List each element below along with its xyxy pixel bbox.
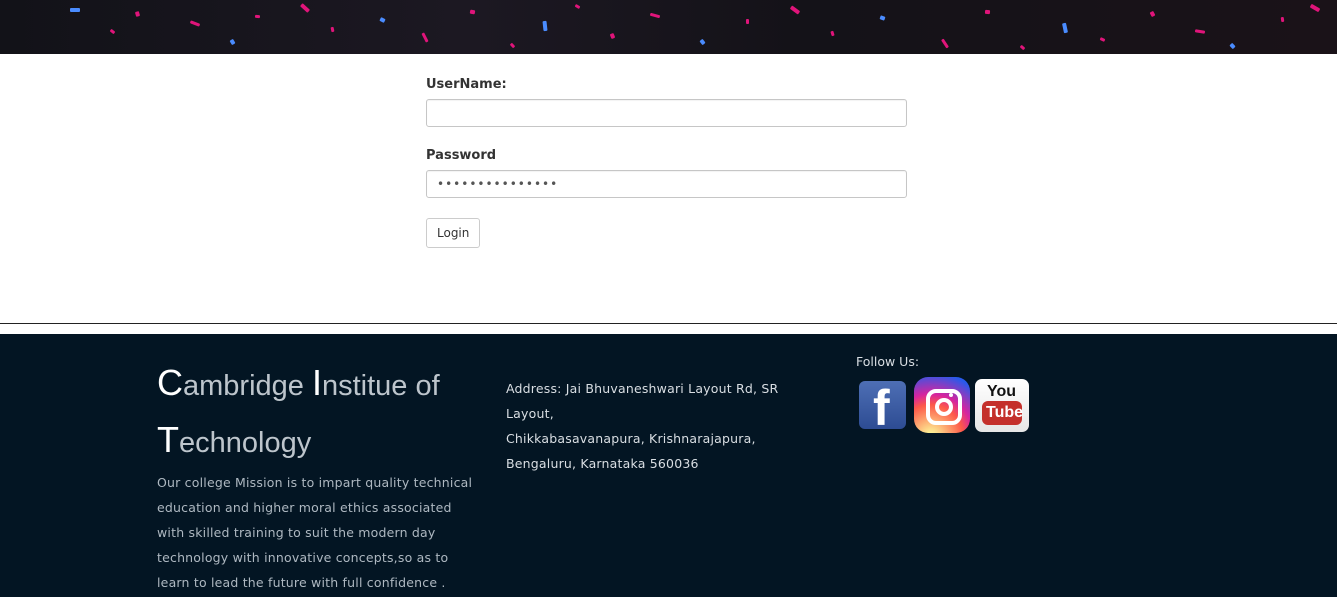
banner-sparkle	[649, 12, 661, 19]
banner-sparkle	[70, 8, 80, 12]
banner-sparkle	[1099, 37, 1106, 42]
banner-sparkle	[469, 9, 476, 15]
username-label: UserName:	[426, 77, 507, 92]
banner-sparkle	[1229, 42, 1236, 50]
banner-sparkle	[299, 3, 311, 13]
banner-sparkle	[1019, 44, 1026, 51]
banner-sparkle	[574, 3, 581, 10]
banner-sparkle	[229, 38, 236, 46]
facebook-icon[interactable]: f	[859, 380, 906, 436]
banner-sparkle	[254, 14, 261, 19]
footer: Cambridge Institue of Technology Our coll…	[0, 334, 1337, 597]
banner-sparkle	[984, 9, 991, 15]
banner-sparkle	[1280, 16, 1285, 23]
follow-us-label: Follow Us:	[856, 354, 920, 369]
mission-text: Our college Mission is to impart quality…	[157, 475, 473, 590]
instagram-icon[interactable]	[914, 377, 970, 433]
banner-sparkle	[941, 38, 949, 49]
address-line-1: Address: Jai Bhuvaneshwari Layout Rd, SR…	[506, 381, 779, 421]
banner-sparkle	[189, 20, 201, 27]
banner-sparkle	[542, 20, 548, 32]
banner-sparkle	[330, 26, 335, 33]
address-line-2: Chikkabasavanapura, Krishnarajapura,	[506, 431, 756, 446]
header-banner	[0, 0, 1337, 54]
banner-sparkle	[379, 17, 386, 23]
banner-sparkle	[830, 30, 835, 37]
banner-sparkle	[109, 28, 116, 35]
banner-sparkle	[1149, 10, 1156, 18]
banner-sparkle	[609, 32, 616, 40]
banner-sparkle	[699, 38, 706, 46]
banner-sparkle	[1309, 3, 1321, 13]
username-input[interactable]	[426, 99, 907, 127]
banner-sparkle	[134, 11, 141, 17]
banner-sparkle	[1194, 29, 1206, 34]
footer-divider	[0, 323, 1337, 324]
banner-sparkle	[879, 15, 886, 21]
login-button[interactable]: Login	[426, 218, 481, 248]
password-label: Password	[426, 148, 497, 163]
college-name: Cambridge Institue of Technology	[157, 362, 440, 460]
banner-sparkle	[745, 18, 750, 25]
banner-sparkle	[421, 32, 429, 43]
youtube-icon[interactable]: You Tube	[975, 379, 1029, 432]
banner-sparkle	[1062, 22, 1068, 34]
address-line-3: Bengaluru, Karnataka 560036	[506, 456, 699, 471]
banner-sparkle	[509, 42, 516, 49]
banner-sparkle	[789, 5, 801, 15]
address: Address: Jai Bhuvaneshwari Layout Rd, SR…	[506, 376, 826, 476]
password-input[interactable]	[426, 170, 907, 198]
